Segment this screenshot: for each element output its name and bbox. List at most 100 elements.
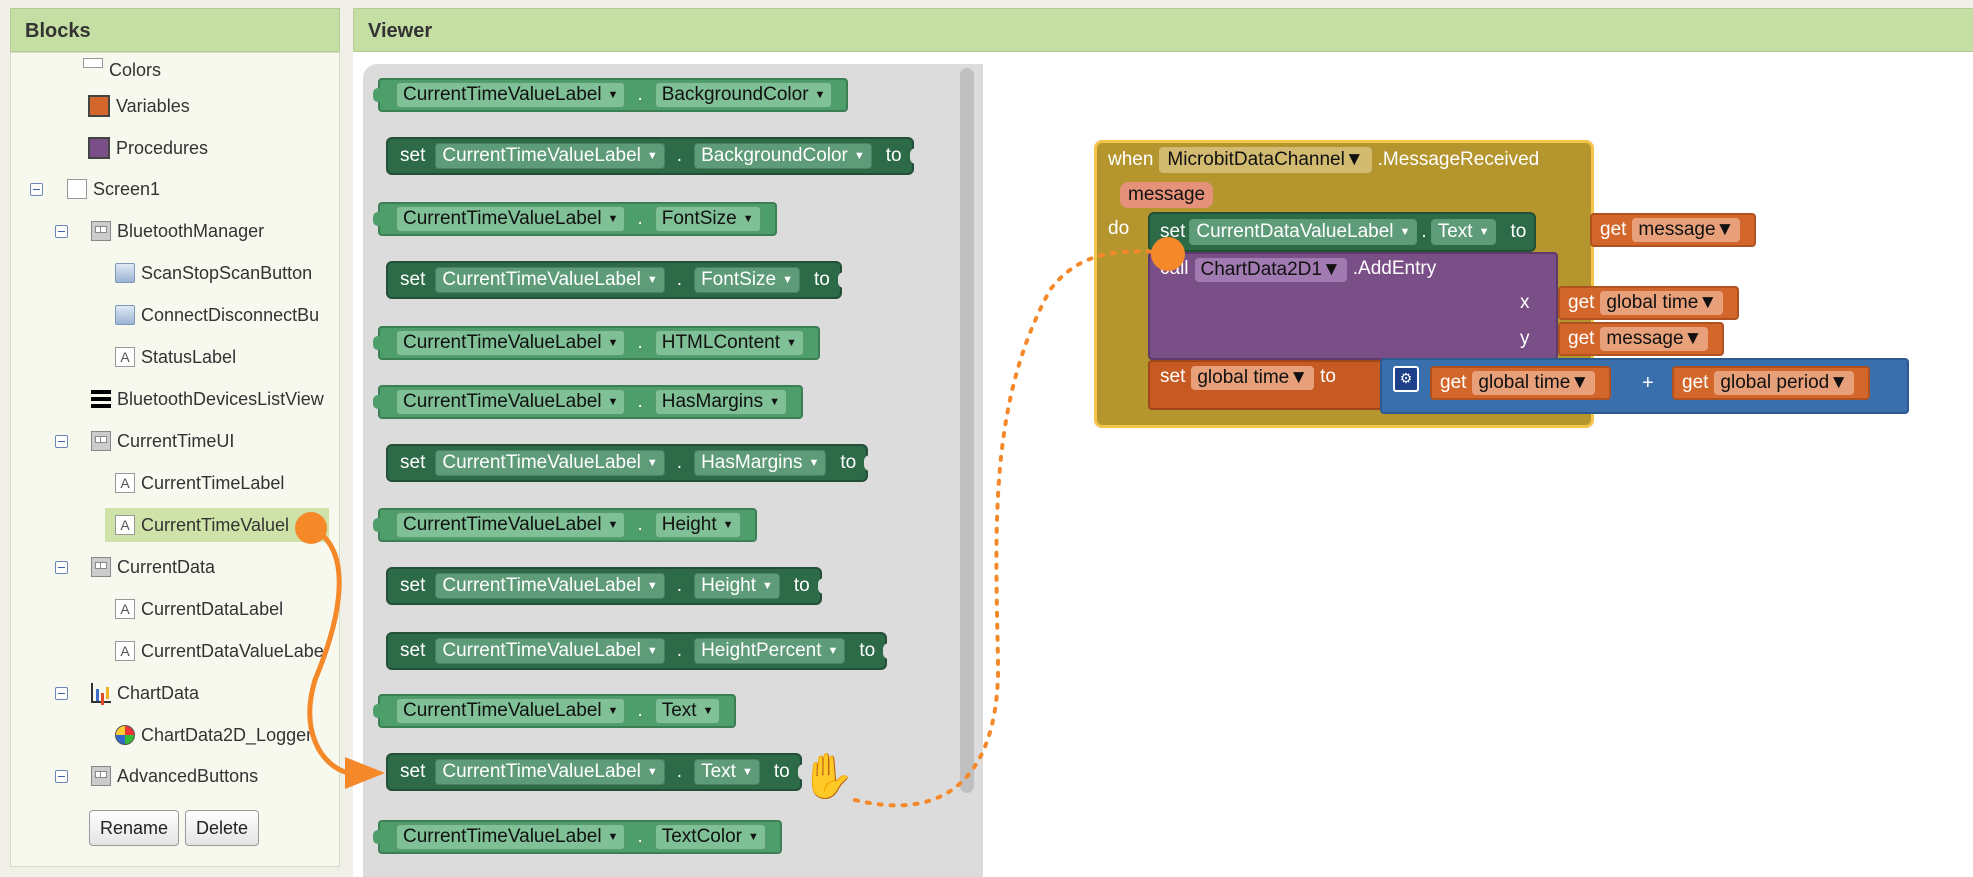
tree-item-currenttimelabel[interactable]: A CurrentTimeLabel [115, 466, 284, 500]
event-component-dropdown[interactable]: MicrobitDataChannel ▼ [1159, 147, 1372, 173]
variable-dropdown[interactable]: message ▼ [1600, 327, 1709, 351]
setter-block-hasmargins[interactable]: set CurrentTimeValueLabel ▼. HasMargins ▼ to [386, 444, 873, 482]
component-dropdown[interactable]: CurrentTimeValueLabel ▼ [435, 638, 665, 664]
get-global-period-block[interactable]: get global period ▼ [1672, 366, 1871, 400]
collapse-icon[interactable] [30, 183, 43, 196]
variable-dropdown[interactable]: global time ▼ [1472, 371, 1596, 395]
property-dropdown[interactable]: Text ▼ [654, 698, 721, 724]
component-dropdown[interactable]: CurrentTimeValueLabel ▼ [396, 512, 626, 538]
set-keyword: set [400, 145, 426, 166]
property-dropdown[interactable]: HTMLContent ▼ [654, 330, 804, 356]
chevron-down-icon: ▼ [769, 396, 780, 408]
component-dropdown[interactable]: CurrentDataValueLabel ▼ [1189, 219, 1418, 245]
chevron-down-icon: ▼ [722, 519, 734, 531]
tree-item-scanstopscanbutton[interactable]: ScanStopScanButton [115, 256, 312, 290]
setter-block-text[interactable]: set CurrentTimeValueLabel ▼. Text ▼ to [386, 753, 806, 791]
call-add-entry-block[interactable]: call ChartData2D1 ▼ .AddEntry [1148, 252, 1558, 360]
variable-dropdown[interactable]: global period ▼ [1714, 371, 1855, 395]
set-keyword: set [400, 269, 426, 290]
tree-item-advancedbuttons[interactable]: AdvancedButtons [91, 759, 258, 793]
collapse-icon[interactable] [55, 770, 68, 783]
get-global-time-block[interactable]: get global time ▼ [1558, 286, 1740, 320]
arrangement-icon [91, 557, 111, 577]
getter-block-htmlcontent[interactable]: CurrentTimeValueLabel ▼. HTMLContent ▼ [373, 326, 820, 360]
chart-component-dropdown[interactable]: ChartData2D1 ▼ [1194, 258, 1347, 282]
delete-button[interactable]: Delete [185, 810, 260, 846]
tree-item-connectdisconnectbutton[interactable]: ConnectDisconnectBu [115, 298, 319, 332]
setter-block-backgroundcolor[interactable]: set CurrentTimeValueLabel ▼. BackgroundColo… [386, 137, 918, 175]
component-dropdown[interactable]: CurrentTimeValueLabel ▼ [435, 573, 665, 599]
collapse-icon[interactable] [55, 687, 68, 700]
chevron-down-icon: ▼ [808, 457, 820, 469]
variable-dropdown[interactable]: global time ▼ [1191, 366, 1315, 390]
component-dropdown[interactable]: CurrentTimeValueLabel ▼ [435, 450, 665, 476]
rename-button[interactable]: Rename [89, 810, 180, 846]
getter-block-text[interactable]: CurrentTimeValueLabel ▼. Text ▼ [372, 694, 737, 728]
component-dropdown[interactable]: CurrentTimeValueLabel ▼ [396, 698, 626, 724]
component-dropdown[interactable]: CurrentTimeValueLabel ▼ [435, 267, 665, 293]
flyout-scrollbar[interactable] [960, 68, 974, 793]
property-dropdown[interactable]: Text ▼ [1430, 219, 1497, 245]
property-dropdown[interactable]: BackgroundColor ▼ [694, 143, 872, 169]
component-dropdown[interactable]: CurrentTimeValueLabel ▼ [396, 389, 626, 415]
tree-item-variables[interactable]: Variables [88, 89, 190, 123]
tree-item-currenttimeui[interactable]: CurrentTimeUI [91, 424, 234, 458]
property-dropdown[interactable]: HasMargins ▼ [654, 389, 787, 415]
component-dropdown[interactable]: CurrentTimeValueLabel ▼ [435, 143, 665, 169]
tree-item-chartdata[interactable]: ChartData [91, 676, 199, 710]
chevron-down-icon: ▼ [1683, 328, 1703, 349]
tree-item-currenttimevaluelabel[interactable]: A CurrentTimeValuel [105, 508, 329, 542]
variable-dropdown[interactable]: global time ▼ [1600, 291, 1724, 315]
get-message-block[interactable]: get message ▼ [1558, 322, 1725, 356]
component-dropdown[interactable]: CurrentTimeValueLabel ▼ [396, 206, 626, 232]
set-global-time-block[interactable]: set global time ▼ to [1148, 360, 1383, 410]
property-dropdown[interactable]: Height ▼ [654, 512, 741, 538]
variable-dropdown[interactable]: message ▼ [1632, 218, 1741, 242]
component-dropdown[interactable]: CurrentTimeValueLabel ▼ [396, 82, 626, 108]
property-dropdown[interactable]: HasMargins ▼ [694, 450, 827, 476]
property-dropdown[interactable]: FontSize ▼ [654, 206, 761, 232]
collapse-icon[interactable] [55, 435, 68, 448]
component-dropdown[interactable]: CurrentTimeValueLabel ▼ [435, 759, 665, 785]
property-dropdown[interactable]: FontSize ▼ [694, 267, 800, 293]
tree-item-chartdata2d-logger[interactable]: ChartData2D_Logger [115, 718, 312, 752]
tree-item-currentdatalabel[interactable]: A CurrentDataLabel [115, 592, 283, 626]
property-dropdown[interactable]: Text ▼ [694, 759, 760, 785]
dot: . [637, 514, 643, 535]
to-keyword: to [859, 640, 876, 661]
tree-item-procedures[interactable]: Procedures [88, 131, 208, 165]
tree-item-currentdata[interactable]: CurrentData [91, 550, 215, 584]
gear-icon[interactable]: ⚙ [1393, 366, 1419, 392]
chevron-down-icon: ▼ [1289, 367, 1309, 388]
get-message-block[interactable]: get message ▼ [1590, 213, 1757, 247]
getter-block-hasmargins[interactable]: CurrentTimeValueLabel ▼. HasMargins ▼ [373, 385, 803, 419]
tree-item-currentdatavaluelabel[interactable]: A CurrentDataValueLabe [115, 634, 324, 668]
tree-item-bluetoothdeviceslistview[interactable]: BluetoothDevicesListView [91, 382, 324, 416]
component-dropdown[interactable]: CurrentTimeValueLabel ▼ [396, 824, 626, 850]
collapse-icon[interactable] [55, 225, 68, 238]
tree-item-statuslabel[interactable]: A StatusLabel [115, 340, 236, 374]
property-dropdown[interactable]: Height ▼ [694, 573, 780, 599]
property-dropdown[interactable]: HeightPercent ▼ [694, 638, 846, 664]
tree-item-colors[interactable]: Colors [83, 53, 161, 87]
getter-block-height[interactable]: CurrentTimeValueLabel ▼. Height ▼ [373, 508, 757, 542]
setter-block-heightpercent[interactable]: set CurrentTimeValueLabel ▼. HeightPercent ▼… [386, 632, 892, 670]
get-global-time-block[interactable]: get global time ▼ [1430, 366, 1612, 400]
property-dropdown[interactable]: TextColor ▼ [654, 824, 766, 850]
chevron-down-icon: ▼ [646, 645, 658, 657]
dot: . [676, 269, 683, 290]
component-dropdown[interactable]: CurrentTimeValueLabel ▼ [396, 330, 626, 356]
property-dropdown[interactable]: BackgroundColor ▼ [654, 82, 833, 108]
event-parameter[interactable]: message [1120, 182, 1214, 208]
tree-item-screen1[interactable]: Screen1 [67, 172, 160, 206]
setter-block-height[interactable]: set CurrentTimeValueLabel ▼. Height ▼ to [386, 567, 826, 605]
chevron-down-icon: ▼ [607, 831, 619, 843]
setter-block-fontsize[interactable]: set CurrentTimeValueLabel ▼. FontSize ▼ to [386, 261, 846, 299]
set-keyword: set [400, 761, 426, 782]
getter-block-backgroundcolor[interactable]: CurrentTimeValueLabel ▼. BackgroundColor ▼ [372, 78, 849, 112]
collapse-icon[interactable] [55, 561, 68, 574]
getter-block-textcolor[interactable]: CurrentTimeValueLabel ▼. TextColor ▼ [373, 820, 782, 854]
set-label-text-block[interactable]: set CurrentDataValueLabel ▼ . Text ▼ to [1148, 212, 1537, 252]
getter-block-fontsize[interactable]: CurrentTimeValueLabel ▼. FontSize ▼ [373, 202, 777, 236]
tree-item-bluetoothmanager[interactable]: BluetoothManager [91, 214, 264, 248]
